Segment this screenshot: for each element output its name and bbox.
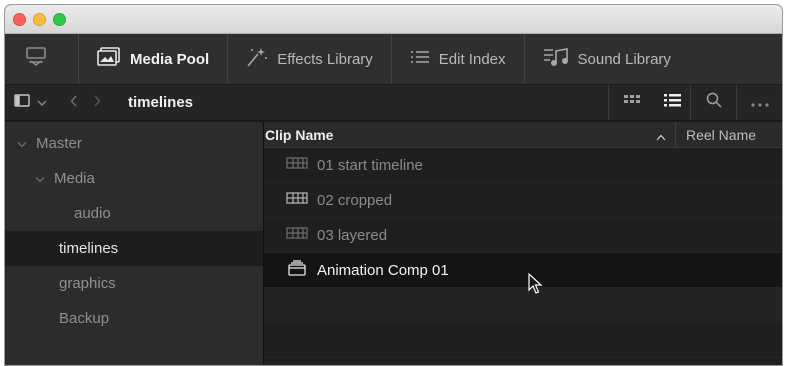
bin-item-audio[interactable]: audio xyxy=(5,196,263,231)
media-pool-label: Media Pool xyxy=(130,50,210,68)
chevron-down-icon xyxy=(37,94,47,112)
chevron-down-icon[interactable] xyxy=(17,135,27,152)
monitor-icon xyxy=(25,47,56,71)
thumbnail-view-button[interactable] xyxy=(608,85,654,120)
chevron-left-icon xyxy=(70,94,78,112)
list-icon xyxy=(410,49,439,69)
clip-row[interactable]: Animation Comp 01 xyxy=(264,253,782,288)
effects-library-label: Effects Library xyxy=(277,50,373,68)
bin-item-backup[interactable]: Backup xyxy=(5,301,263,336)
edit-index-label: Edit Index xyxy=(438,50,506,68)
effects-library-button[interactable]: Effects Library xyxy=(228,34,392,84)
edit-index-button[interactable]: Edit Index xyxy=(392,34,525,84)
app-window: Media Pool Effects Library Edit Index So… xyxy=(4,4,783,366)
sort-ascending-icon[interactable] xyxy=(656,128,666,144)
current-bin-title: timelines xyxy=(128,94,194,111)
sidebar-panel-icon xyxy=(14,93,30,112)
bin-label: audio xyxy=(74,205,111,222)
bin-toolbar: timelines xyxy=(5,85,782,121)
media-pool-button[interactable]: Media Pool xyxy=(79,34,229,84)
mouse-pointer-icon xyxy=(528,272,544,300)
list-header: Clip Name Reel Name xyxy=(264,122,782,148)
bin-label: Media xyxy=(54,170,95,187)
bin-label: Master xyxy=(36,135,82,152)
zoom-window-button[interactable] xyxy=(53,13,66,26)
bin-list: Master Media audio timelines graphics Ba… xyxy=(5,122,264,365)
media-pool-icon xyxy=(97,47,130,71)
search-icon xyxy=(706,92,722,113)
magic-wand-icon xyxy=(246,47,277,71)
list-view-icon xyxy=(663,93,681,112)
list-view-button[interactable] xyxy=(654,85,690,120)
timeline-icon xyxy=(286,191,317,209)
clip-name: 03 layered xyxy=(317,226,388,244)
timeline-icon xyxy=(286,226,317,244)
clip-name: 01 start timeline xyxy=(317,156,423,174)
bin-item-media[interactable]: Media xyxy=(5,161,263,196)
more-options-icon xyxy=(750,94,769,112)
chevron-down-icon[interactable] xyxy=(35,170,45,187)
grid-view-icon xyxy=(623,94,640,112)
column-header-reel-name[interactable]: Reel Name xyxy=(675,122,782,147)
music-note-icon xyxy=(543,47,578,71)
close-window-button[interactable] xyxy=(13,13,26,26)
title-bar xyxy=(5,5,782,34)
clip-row[interactable]: 01 start timeline xyxy=(264,148,782,183)
options-menu-button[interactable] xyxy=(736,85,782,120)
column-header-clip-name[interactable]: Clip Name xyxy=(265,127,333,143)
clip-row[interactable]: 02 cropped xyxy=(264,183,782,218)
workspace-toggle-button[interactable] xyxy=(5,34,79,84)
chevron-right-icon xyxy=(93,94,101,112)
bin-label: Backup xyxy=(59,310,110,327)
forward-button[interactable] xyxy=(87,85,110,120)
bin-item-graphics[interactable]: graphics xyxy=(5,266,263,301)
empty-row xyxy=(264,323,782,358)
bin-item-timelines[interactable]: timelines xyxy=(5,231,263,266)
module-toolbar: Media Pool Effects Library Edit Index So… xyxy=(5,34,782,85)
empty-row xyxy=(264,288,782,323)
clip-name: Animation Comp 01 xyxy=(317,261,449,279)
search-button[interactable] xyxy=(690,85,736,120)
sound-library-label: Sound Library xyxy=(577,50,671,68)
sound-library-button[interactable]: Sound Library xyxy=(525,34,689,84)
bin-label: graphics xyxy=(59,275,116,292)
back-button[interactable] xyxy=(56,85,87,120)
clip-row[interactable]: 03 layered xyxy=(264,218,782,253)
fusion-comp-icon xyxy=(286,260,317,280)
bin-item-master[interactable]: Master xyxy=(5,126,263,161)
minimize-window-button[interactable] xyxy=(33,13,46,26)
clip-list: Clip Name Reel Name 01 start timeline 02… xyxy=(264,122,782,365)
clip-name: 02 cropped xyxy=(317,191,393,209)
timeline-icon xyxy=(286,156,317,174)
bin-label: timelines xyxy=(59,240,119,257)
sidebar-toggle-button[interactable] xyxy=(5,85,56,120)
